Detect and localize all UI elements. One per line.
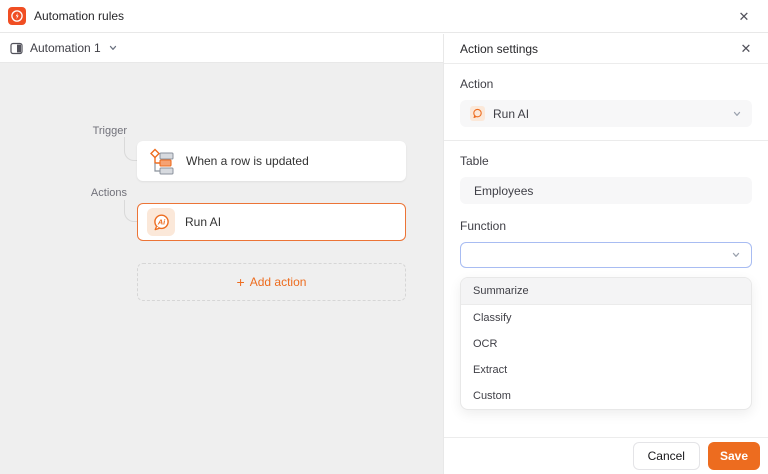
action-card-label: Run AI — [185, 215, 221, 229]
automation-bolt-icon — [8, 7, 26, 25]
ai-chat-bubble-icon-small — [470, 106, 485, 121]
chevron-down-icon — [108, 43, 118, 53]
option-summarize[interactable]: Summarize — [461, 278, 751, 305]
function-select[interactable] — [460, 242, 752, 268]
trigger-section-label: Trigger — [40, 125, 127, 137]
svg-text:Ai: Ai — [156, 217, 165, 226]
option-classify[interactable]: Classify — [461, 305, 751, 331]
chevron-down-icon — [731, 250, 741, 260]
option-custom[interactable]: Custom — [461, 383, 751, 409]
table-input[interactable]: Employees — [460, 177, 752, 204]
chevron-down-icon — [732, 109, 742, 119]
action-select-value: Run AI — [493, 107, 724, 121]
trigger-card-label: When a row is updated — [186, 154, 309, 168]
run-ai-action-card[interactable]: Ai Run AI — [137, 203, 406, 241]
flow-canvas: Trigger When a row is updated — [0, 63, 443, 474]
panel-title: Action settings — [460, 42, 538, 56]
ai-chat-bubble-icon: Ai — [147, 208, 175, 236]
plus-icon: + — [237, 275, 245, 289]
panel-footer: Cancel Save — [444, 437, 768, 474]
add-action-label: Add action — [250, 275, 307, 289]
action-field-label: Action — [460, 77, 752, 91]
cancel-button[interactable]: Cancel — [633, 442, 700, 470]
automation-editor-column: Automation 1 Trigger — [0, 34, 443, 474]
title-bar: Automation rules ✕ — [0, 0, 768, 33]
automation-rules-window: Automation rules ✕ Automation 1 — [0, 0, 768, 474]
close-icon[interactable]: ✕ — [734, 6, 754, 26]
option-extract[interactable]: Extract — [461, 357, 751, 383]
section-divider — [444, 140, 768, 141]
add-action-button[interactable]: + Add action — [137, 263, 406, 301]
trigger-connector — [124, 137, 137, 161]
window-title: Automation rules — [34, 9, 124, 23]
panel-close-icon[interactable]: ✕ — [736, 39, 756, 59]
panel-header: Action settings ✕ — [444, 34, 768, 64]
panel-right-icon — [10, 42, 23, 55]
row-workflow-icon — [148, 147, 176, 175]
save-button[interactable]: Save — [708, 442, 760, 470]
trigger-card[interactable]: When a row is updated — [137, 141, 406, 181]
option-ocr[interactable]: OCR — [461, 331, 751, 357]
function-field-label: Function — [460, 219, 752, 233]
action-connector — [124, 200, 137, 222]
automation-selector[interactable]: Automation 1 — [0, 34, 443, 63]
action-settings-panel: Action settings ✕ Action Run AI — [443, 34, 768, 474]
function-options-listbox: Summarize Classify OCR Extract Custom — [460, 277, 752, 410]
automation-name: Automation 1 — [30, 41, 101, 55]
actions-section-label: Actions — [40, 187, 127, 199]
action-select[interactable]: Run AI — [460, 100, 752, 127]
table-field-label: Table — [460, 154, 752, 168]
